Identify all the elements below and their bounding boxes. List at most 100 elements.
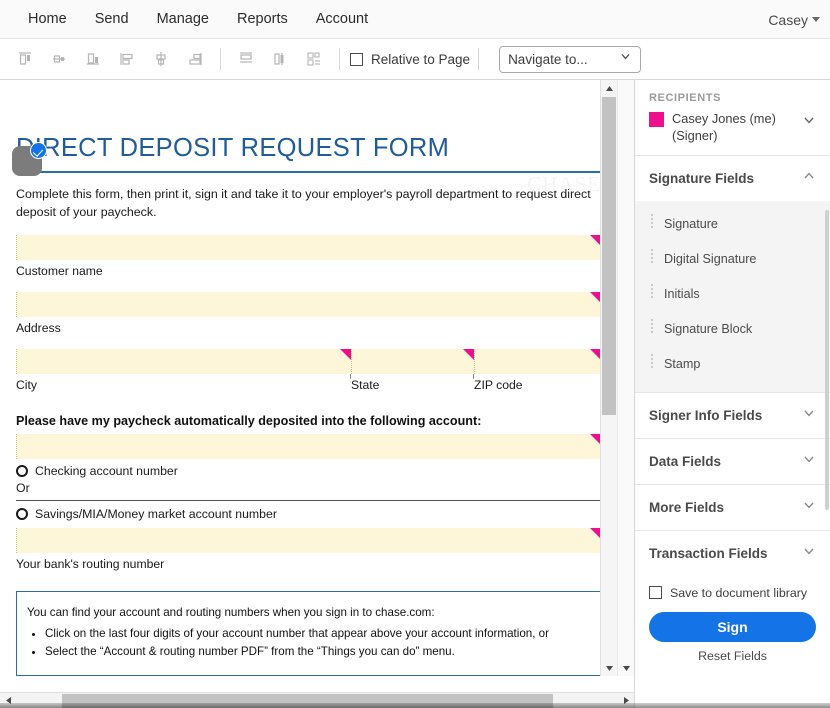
field-label-routing-number: Your bank's routing number [16,557,165,572]
chevron-down-icon [812,17,820,22]
editor-body: CHASE DIRECT DEPOSIT REQUEST FORM Comple… [0,80,830,708]
distribute-horizontal-icon[interactable] [263,44,297,74]
section-rule [16,500,601,502]
field-customer-name[interactable] [16,235,601,266]
section-transaction-fields: Transaction Fields [635,531,830,576]
alignment-toolbar: Relative to Page Navigate to... [0,39,830,80]
nav-item-send[interactable]: Send [81,5,143,33]
radio-label-checking: Checking account number [35,464,178,479]
scroll-down-arrow-icon[interactable] [601,660,617,676]
form-field-row-city-state-zip: City State ZIP code [16,349,601,392]
field-zip[interactable] [474,349,601,380]
field-item-digital-signature[interactable]: Digital Signature [635,242,830,277]
sidebar-scrollbar[interactable] [824,80,830,708]
info-bullet-item: Select the “Account & routing number PDF… [45,643,590,661]
radio-checking[interactable]: Checking account number [16,464,601,478]
section-header-data-fields[interactable]: Data Fields [635,439,830,484]
section-signature-fields: Signature Fields Signature Digital Signa… [635,156,830,393]
recipients-block: RECIPIENTS Casey Jones (me) (Signer) [635,80,830,156]
field-item-signature-block[interactable]: Signature Block [635,312,830,347]
save-to-library-checkbox[interactable]: Save to document library [649,586,816,600]
window-bottom-shadow [0,703,830,708]
section-title-label: Data Fields [649,453,722,469]
drag-handle-icon [651,353,654,375]
form-field-row: Your bank's routing number [16,528,601,571]
save-to-library-label: Save to document library [670,585,808,600]
checkbox-box-icon [350,52,363,66]
distribute-vertical-icon[interactable] [229,44,263,74]
page-scroll-down-arrow-icon[interactable] [618,660,634,676]
recipient-color-swatch [649,112,664,127]
document-page[interactable]: CHASE DIRECT DEPOSIT REQUEST FORM Comple… [0,80,617,676]
field-checking-account-number[interactable] [16,434,601,465]
field-label-customer-name: Customer name [16,264,103,279]
sidebar-scrollbar-thumb[interactable] [825,210,829,510]
title-divider [16,171,601,173]
match-size-icon[interactable] [297,44,331,74]
city-state-zip-labels: City State ZIP code [16,374,601,392]
document-watermark: CHASE [527,172,601,196]
field-routing-number[interactable] [16,528,601,559]
section-header-signer-info-fields[interactable]: Signer Info Fields [635,393,830,438]
vertical-scrollbar-thumb[interactable] [602,97,616,415]
field-item-stamp[interactable]: Stamp [635,347,830,382]
reset-fields-link[interactable]: Reset Fields [649,649,816,663]
recipient-selector[interactable]: Casey Jones (me) (Signer) [649,111,816,145]
document-vertical-scrollbar[interactable] [600,80,617,676]
relative-to-page-checkbox[interactable]: Relative to Page [350,52,470,67]
info-bullet-item: Click on the last four digits of your ac… [45,625,590,643]
scroll-up-arrow-icon[interactable] [601,80,617,96]
section-header-signature-fields[interactable]: Signature Fields [635,156,830,201]
align-right-icon[interactable] [178,44,212,74]
verified-stamp-icon [12,142,47,176]
chevron-down-icon [802,406,816,425]
nav-item-account[interactable]: Account [302,5,382,33]
radio-button-icon [16,465,28,478]
radio-label-savings: Savings/MIA/Money market account number [35,507,277,522]
align-top-icon[interactable] [8,44,42,74]
fields-sidebar: RECIPIENTS Casey Jones (me) (Signer) Sig… [634,80,830,708]
align-bottom-icon[interactable] [76,44,110,74]
user-account-menu[interactable]: Casey [768,0,824,39]
navigate-to-value: Navigate to... [508,51,588,67]
chevron-up-icon [802,169,816,188]
nav-item-reports[interactable]: Reports [223,5,302,33]
field-address[interactable] [16,292,601,323]
radio-savings[interactable]: Savings/MIA/Money market account number [16,507,601,521]
document-content: CHASE DIRECT DEPOSIT REQUEST FORM Comple… [0,134,617,676]
account-section-heading: Please have my paycheck automatically de… [16,414,482,429]
field-tick-icon [350,374,351,380]
field-state[interactable] [351,349,474,380]
align-horizontal-center-icon[interactable] [42,44,76,74]
section-title-label: More Fields [649,499,725,515]
align-vertical-center-icon[interactable] [144,44,178,74]
info-callout-box: You can find your account and routing nu… [16,591,601,676]
nav-item-home[interactable]: Home [14,5,81,33]
chevron-down-icon [619,49,632,65]
navigate-to-dropdown[interactable]: Navigate to... [499,45,642,73]
chevron-down-icon [802,113,816,132]
toolbar-divider-2 [339,48,340,70]
field-city[interactable] [16,349,351,380]
radio-button-icon [16,508,28,521]
field-item-signature[interactable]: Signature [635,207,830,242]
form-field-row: Customer name [16,235,601,278]
nav-item-manage[interactable]: Manage [143,5,223,33]
page-scrollbar-strip[interactable] [617,80,634,676]
align-left-icon[interactable] [110,44,144,74]
section-header-transaction-fields[interactable]: Transaction Fields [635,531,830,576]
section-header-more-fields[interactable]: More Fields [635,485,830,530]
signature-editor-window: Home Send Manage Reports Account Casey R… [0,0,830,708]
drag-handle-icon [651,318,654,340]
field-corner-marker-icon [463,349,474,361]
field-item-label: Stamp [664,357,701,372]
verified-check-badge-icon [30,142,47,159]
field-tick-icon [473,374,474,380]
sidebar-footer: Save to document library Sign Reset Fiel… [635,576,830,671]
drag-handle-icon [651,248,654,270]
sign-button[interactable]: Sign [649,611,816,642]
user-name-label: Casey [768,11,808,28]
field-item-label: Digital Signature [664,252,757,267]
field-item-initials[interactable]: Initials [635,277,830,312]
toolbar-divider [220,48,221,70]
